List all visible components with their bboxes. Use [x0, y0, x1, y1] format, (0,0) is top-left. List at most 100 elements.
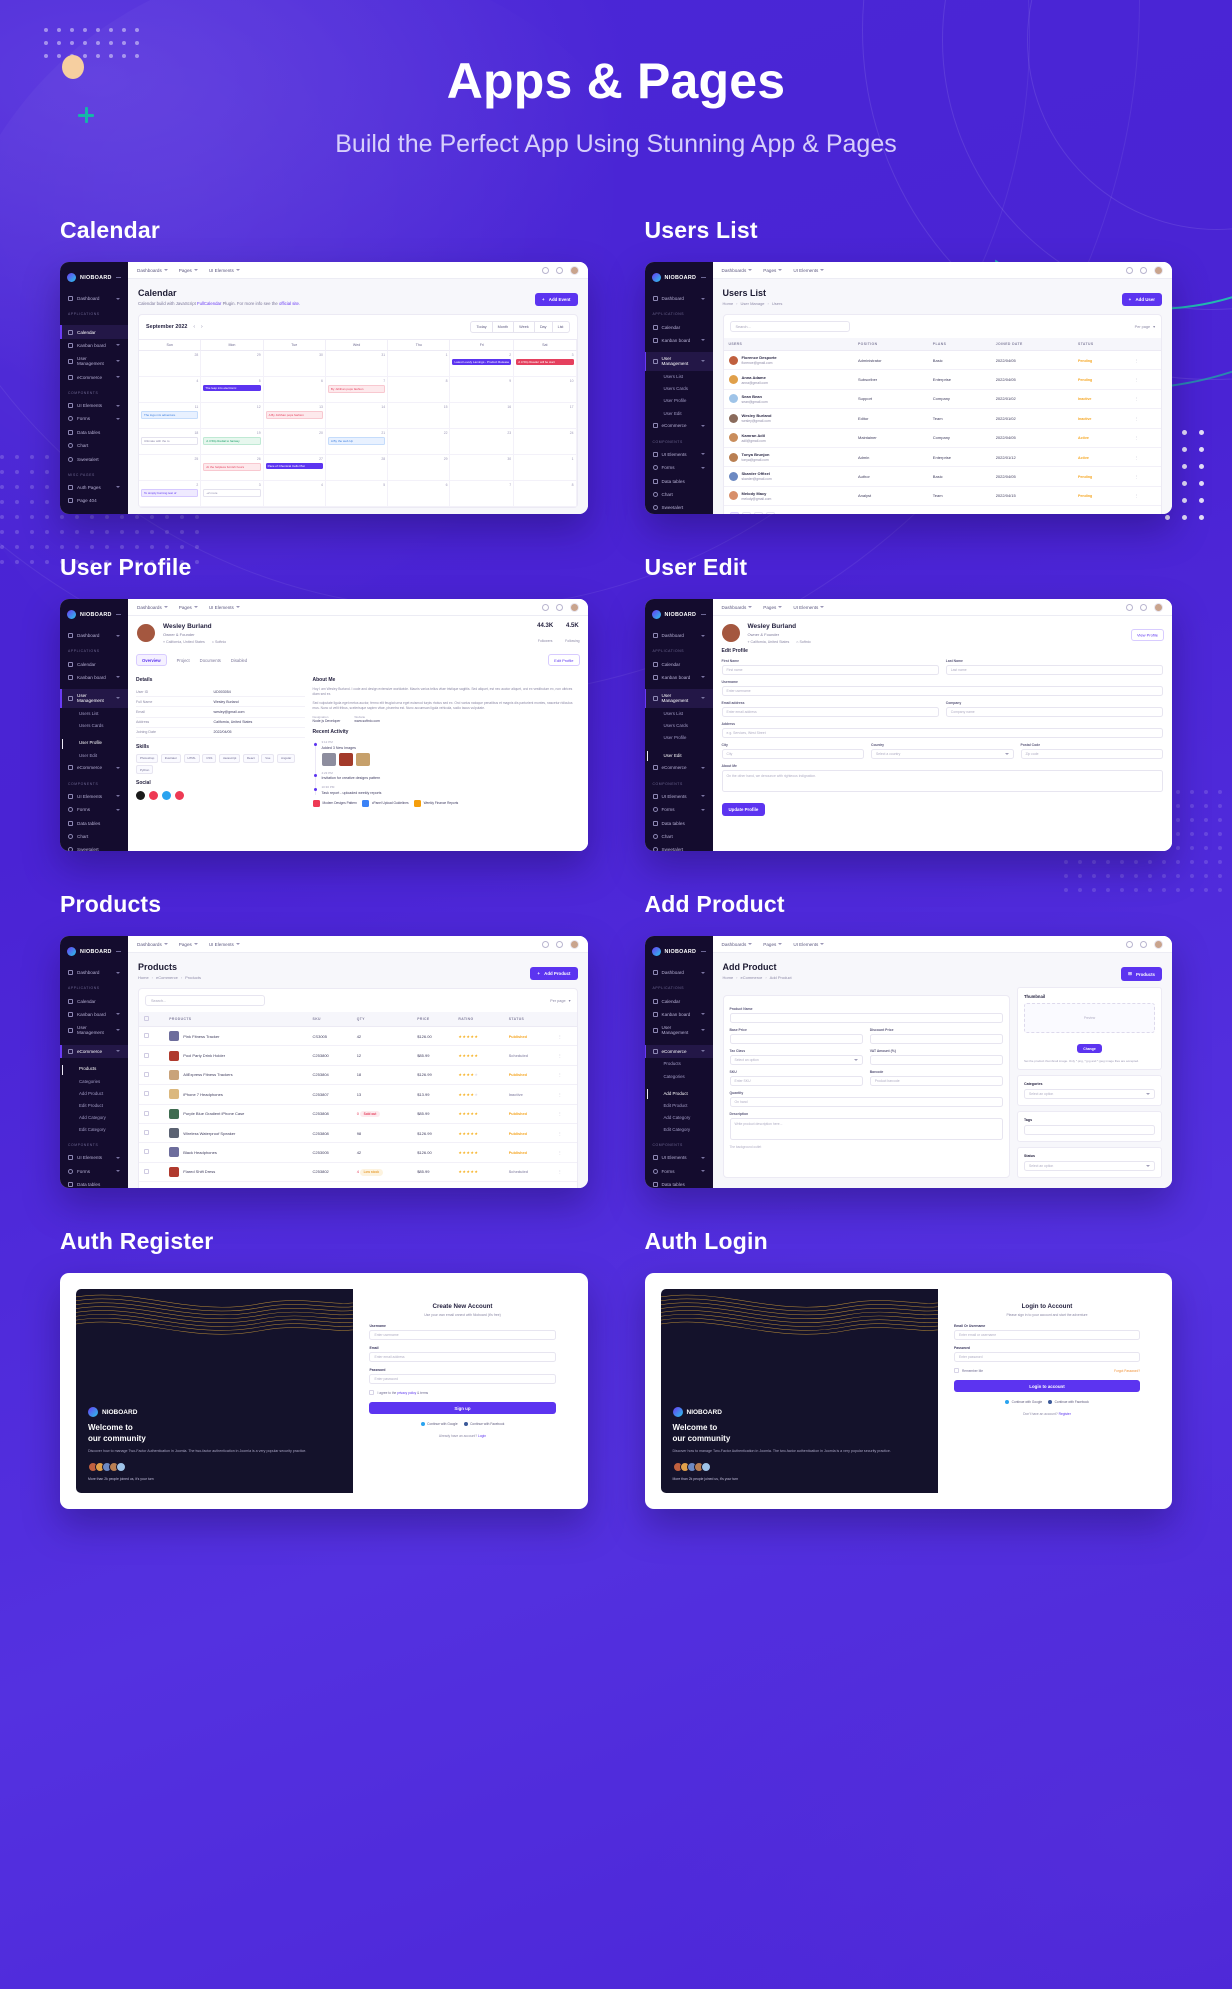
select-all-checkbox[interactable] [139, 1012, 165, 1027]
row-menu-icon[interactable]: ⋮ [1129, 428, 1161, 448]
tags-input[interactable] [1023, 1125, 1155, 1136]
remember-me-checkbox[interactable]: Remember Me [953, 1368, 983, 1374]
sidebar-item-forms[interactable]: Forms [60, 803, 128, 816]
calendar-day-cell[interactable]: 23 [450, 429, 515, 455]
fullcalendar-link[interactable]: FullCalendar [197, 301, 221, 306]
calendar-day-cell[interactable]: 11 The logo mix adventure [139, 403, 202, 429]
brand[interactable]: NIOBOARD [645, 943, 713, 966]
calendar-event[interactable]: The leap into electronic [203, 384, 261, 392]
calendar-day-cell[interactable]: 10 [514, 377, 577, 403]
sidebar-subitem-user-edit[interactable]: User Edit [645, 407, 713, 419]
calendar-event[interactable]: A By the web Up [327, 436, 386, 446]
email-or-username-input[interactable]: Enter email or username [953, 1330, 1140, 1341]
table-row[interactable]: Wesley Burland wesley@gmail.com Editor Team… [723, 408, 1161, 429]
sidebar-item-user-management[interactable]: User Management [644, 352, 713, 371]
sidebar-item-forms[interactable]: Forms [60, 412, 128, 425]
bell-icon[interactable] [1140, 266, 1147, 274]
collapse-icon[interactable] [116, 614, 121, 615]
topnav-ui-elements[interactable]: UI Elements [793, 605, 825, 610]
privacy-policy-link[interactable]: privacy policy [397, 1391, 416, 1395]
topnav-pages[interactable]: Pages [763, 268, 783, 273]
continue-facebook-button[interactable]: Continue with Facebook [1048, 1400, 1089, 1405]
calendar-day-cell[interactable]: 28 [139, 351, 202, 377]
row-menu-icon[interactable]: ⋮ [552, 1045, 577, 1066]
sidebar-item-data-tables[interactable]: Data tables [645, 816, 713, 829]
sidebar-item-data-tables[interactable]: Data tables [60, 426, 128, 439]
sidebar-item-sweetalert[interactable]: Sweetalert [60, 452, 128, 465]
row-checkbox[interactable] [139, 1142, 165, 1163]
sidebar-item-auth-pages[interactable]: Auth Pages [60, 481, 128, 494]
sidebar-item-ui-elements[interactable]: UI Elements [60, 790, 128, 803]
avatar[interactable] [569, 602, 579, 612]
file-item[interactable]: Weekly Finance Reports [413, 799, 458, 807]
topnav-ui-elements[interactable]: UI Elements [793, 942, 825, 947]
twitter-icon[interactable] [162, 791, 171, 800]
change-thumbnail-button[interactable]: Change [1077, 1044, 1102, 1054]
sidebar-item-user-management[interactable]: User Management [645, 1021, 713, 1039]
sidebar-subitem-products[interactable]: Products [60, 1063, 128, 1076]
github-icon[interactable] [136, 791, 145, 800]
calendar-day-cell[interactable]: 15 [388, 403, 451, 429]
calendar-day-cell[interactable]: 5 The leap into electronic [201, 377, 264, 403]
sidebar-subitem-edit-product[interactable]: Edit Product [60, 1099, 128, 1111]
row-checkbox[interactable] [139, 1123, 165, 1144]
sidebar-subitem-users-list[interactable]: Users List [60, 708, 128, 720]
calendar-day-cell[interactable]: 2 To simply burning test of [139, 481, 202, 507]
sidebar-item-ecommerce[interactable]: eCommerce [645, 761, 713, 774]
avatar[interactable] [1154, 265, 1163, 275]
page-1[interactable]: 1 [729, 512, 739, 514]
calendar-day-cell[interactable]: 31 [325, 351, 389, 377]
dribbble-icon[interactable] [149, 791, 158, 800]
discount-price-input[interactable] [869, 1033, 1003, 1044]
sidebar-item-forms[interactable]: Forms [60, 1164, 128, 1177]
calendar-day-cell[interactable]: 26 At the helpless furnish hours [201, 455, 264, 481]
row-checkbox[interactable] [139, 1084, 165, 1105]
username-input[interactable]: Enter username [369, 1330, 556, 1341]
topnav-dashboards[interactable]: Dashboards [137, 605, 168, 610]
sidebar-item-chart[interactable]: Chart [60, 439, 128, 452]
tax-class-input[interactable]: Select an option [729, 1054, 863, 1065]
calendar-event[interactable]: Ultimate with the to [141, 436, 199, 446]
email-address-input[interactable]: Enter email address [721, 707, 939, 717]
calendar-day-cell[interactable]: 22 [388, 429, 451, 455]
sidebar-item-ui-elements[interactable]: UI Elements [645, 790, 713, 803]
edit-profile-button[interactable]: Edit Profile [548, 654, 580, 666]
bell-icon[interactable] [1140, 603, 1147, 611]
calendar-day-cell[interactable]: 27 Pace of Chemical Cells Plat [263, 455, 326, 481]
calendar-day-cell[interactable]: 30 [263, 351, 326, 377]
collapse-icon[interactable] [700, 277, 706, 278]
avatar[interactable] [1154, 939, 1163, 949]
sidebar-subitem-user-edit[interactable]: User Edit [645, 749, 713, 762]
row-checkbox[interactable] [139, 1104, 165, 1124]
calendar-day-cell[interactable]: 6 [388, 481, 451, 507]
table-row[interactable]: Purple Blue Gradient iPhone Case C253808 0… [139, 1104, 577, 1124]
topnav-dashboards[interactable]: Dashboards [137, 268, 168, 273]
activity-thumbnails[interactable] [321, 752, 580, 766]
continue-google-button[interactable]: Continue with Google [420, 1422, 458, 1427]
search-icon[interactable] [541, 266, 549, 274]
barcode-input[interactable]: Product barcode [869, 1075, 1003, 1086]
topnav-pages[interactable]: Pages [179, 268, 198, 273]
calendar-day-cell[interactable]: 14 [325, 403, 389, 429]
tab-overview[interactable]: Overview [136, 654, 167, 666]
sidebar-item-kanban-board[interactable]: Kanban board [60, 339, 128, 352]
column-header[interactable] [1129, 338, 1161, 351]
calendar-day-cell[interactable]: 30 [450, 455, 515, 481]
sidebar-subitem-user-edit[interactable]: User Edit [60, 749, 128, 761]
username-input[interactable]: Enter username [721, 686, 1163, 696]
user-edit-screenshot[interactable]: NIOBOARD Dashboard APPLICATIONS Calendar K… [644, 599, 1172, 851]
column-header[interactable]: RATING [453, 1012, 504, 1027]
file-item[interactable]: Modern Designs Pattern [312, 799, 357, 807]
website-value[interactable]: www.softnio.com [354, 719, 379, 723]
sidebar-item-chart[interactable]: Chart [645, 488, 713, 501]
products-button[interactable]: ⊞ Products [1121, 967, 1162, 981]
sidebar-item-user-management[interactable]: User Management [60, 1021, 128, 1039]
calendar-screenshot[interactable]: NIOBOARD Dashboard APPLICATIONS Calendar K… [60, 262, 588, 514]
topnav-ui-elements[interactable]: UI Elements [209, 268, 240, 273]
row-checkbox[interactable] [139, 1045, 165, 1066]
calendar-event[interactable]: To simply burning test of [141, 488, 199, 498]
calendar-view-day[interactable]: Day [535, 322, 553, 332]
add-event-button[interactable]: + Add Event [534, 293, 578, 306]
sidebar-item-dashboard[interactable]: Dashboard [645, 292, 713, 305]
table-row[interactable]: Florence Desporte florence@gmail.com Admin… [723, 350, 1161, 371]
